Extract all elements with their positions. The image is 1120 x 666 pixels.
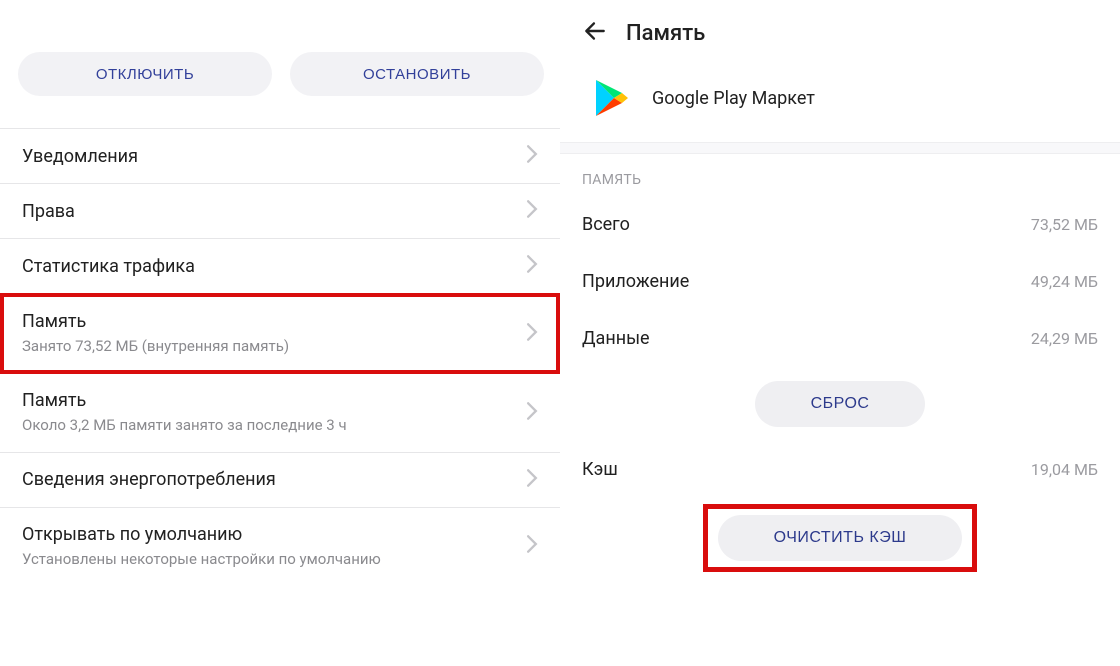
divider [560, 142, 1120, 154]
google-play-icon [594, 78, 630, 118]
header-title: Память [626, 21, 705, 46]
chevron-right-icon [526, 145, 538, 167]
stat-data: Данные 24,29 МБ [560, 310, 1120, 367]
row-title: Сведения энергопотребления [22, 469, 276, 490]
clear-cache-wrap: ОЧИСТИТЬ КЭШ [560, 498, 1120, 572]
stat-value: 49,24 МБ [1031, 272, 1098, 291]
disable-button[interactable]: ОТКЛЮЧИТЬ [18, 52, 272, 96]
settings-list: Уведомления Права Статистика трафика [0, 128, 560, 585]
stat-label: Кэш [582, 459, 618, 480]
right-pane: Память Google Play Маркет ПАМЯТЬ Всего 7… [560, 0, 1120, 666]
stat-value: 73,52 МБ [1031, 215, 1098, 234]
section-label: ПАМЯТЬ [560, 154, 1120, 196]
row-permissions[interactable]: Права [0, 183, 560, 238]
chevron-right-icon [526, 323, 538, 345]
back-icon[interactable] [582, 18, 608, 48]
stat-value: 24,29 МБ [1031, 329, 1098, 348]
stat-label: Приложение [582, 271, 689, 292]
row-title: Права [22, 201, 75, 222]
chevron-right-icon [526, 469, 538, 491]
row-subtitle: Установлены некоторые настройки по умолч… [22, 549, 381, 569]
row-title: Статистика трафика [22, 256, 195, 277]
row-storage-highlighted[interactable]: Память Занято 73,52 МБ (внутренняя памят… [0, 293, 560, 374]
row-open-default[interactable]: Открывать по умолчанию Установлены некот… [0, 507, 560, 585]
chevron-right-icon [526, 402, 538, 424]
action-buttons: ОТКЛЮЧИТЬ ОСТАНОВИТЬ [0, 0, 560, 128]
header: Память [560, 0, 1120, 58]
row-subtitle: Занято 73,52 МБ (внутренняя память) [22, 336, 289, 356]
app-info-row: Google Play Маркет [560, 58, 1120, 142]
stat-label: Данные [582, 328, 650, 349]
stat-cache: Кэш 19,04 МБ [560, 441, 1120, 498]
row-title: Память [22, 311, 289, 332]
clear-cache-button[interactable]: ОЧИСТИТЬ КЭШ [718, 515, 963, 561]
reset-button[interactable]: СБРОС [755, 381, 926, 427]
row-power[interactable]: Сведения энергопотребления [0, 452, 560, 507]
row-storage-recent[interactable]: Память Около 3,2 МБ памяти занято за пос… [0, 374, 560, 451]
row-title: Открывать по умолчанию [22, 524, 381, 545]
row-title: Память [22, 390, 347, 411]
row-notifications[interactable]: Уведомления [0, 128, 560, 183]
chevron-right-icon [526, 535, 538, 557]
chevron-right-icon [526, 200, 538, 222]
left-pane: ОТКЛЮЧИТЬ ОСТАНОВИТЬ Уведомления Права С… [0, 0, 560, 666]
stat-total: Всего 73,52 МБ [560, 196, 1120, 253]
stat-label: Всего [582, 214, 630, 235]
highlight-box: ОЧИСТИТЬ КЭШ [703, 504, 978, 572]
row-subtitle: Около 3,2 МБ памяти занято за последние … [22, 415, 347, 435]
stat-value: 19,04 МБ [1031, 460, 1098, 479]
stat-app: Приложение 49,24 МБ [560, 253, 1120, 310]
row-traffic[interactable]: Статистика трафика [0, 238, 560, 293]
row-title: Уведомления [22, 146, 138, 167]
chevron-right-icon [526, 255, 538, 277]
stop-button[interactable]: ОСТАНОВИТЬ [290, 52, 544, 96]
app-name: Google Play Маркет [652, 88, 815, 109]
reset-wrap: СБРОС [560, 367, 1120, 441]
